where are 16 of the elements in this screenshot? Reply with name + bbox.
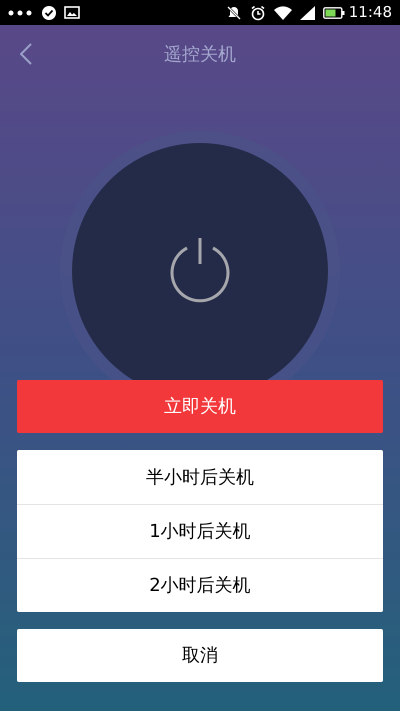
timer-option[interactable]: 2小时后关机 bbox=[17, 558, 383, 612]
wifi-icon bbox=[274, 6, 292, 20]
timer-option[interactable]: 半小时后关机 bbox=[17, 450, 383, 504]
signal-icon bbox=[300, 6, 315, 20]
alarm-icon bbox=[250, 4, 266, 20]
shutdown-now-button[interactable]: 立即关机 bbox=[17, 380, 383, 433]
battery-icon bbox=[322, 6, 345, 18]
check-icon bbox=[42, 6, 56, 20]
clock-time: 11:48 bbox=[348, 2, 392, 24]
cancel-button[interactable]: 取消 bbox=[17, 629, 383, 682]
power-icon bbox=[170, 238, 230, 302]
more-icon bbox=[8, 10, 34, 16]
timer-option[interactable]: 1小时后关机 bbox=[17, 504, 383, 558]
image-icon bbox=[64, 6, 80, 19]
mute-icon bbox=[226, 4, 242, 20]
page-title: 遥控关机 bbox=[164, 42, 236, 66]
